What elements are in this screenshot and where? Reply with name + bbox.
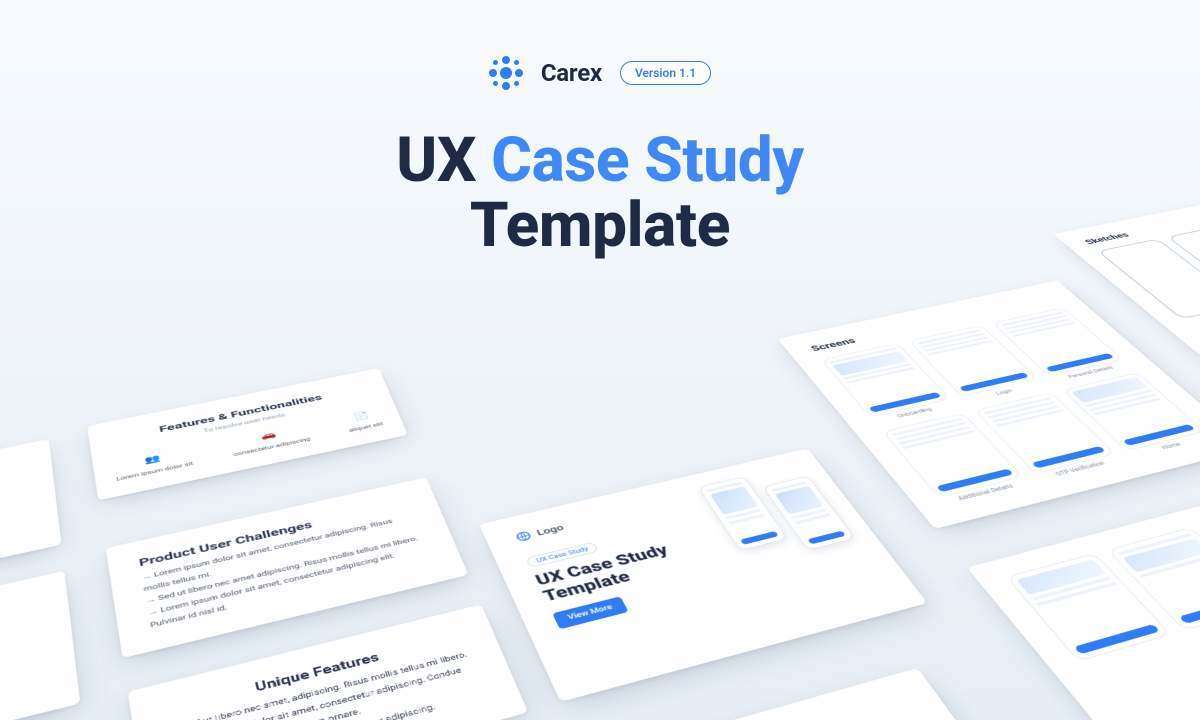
tile-title: Product User Challenges [138,497,410,569]
globe-icon [513,529,534,543]
hero-title: UX Case Study Template [0,128,1200,258]
cover-logo: Logo [513,467,800,543]
bullet: Sed ut libero nec amet, adipiscing. Risu… [168,648,473,720]
screen-label: OTP Verification [1037,456,1123,481]
cover-tag: UX Case Study [525,542,599,568]
tile-cropped-mid: Scelerisque molestie eu ornare laoreet, … [0,571,80,720]
bullet: Lorem ipsum dolor sit amet, consectetur … [147,544,433,633]
tile-challenges: Product User Challenges Lorem ipsum dolo… [106,477,469,658]
screen-thumb [974,392,1116,474]
doc-icon: 📄 [349,408,373,423]
tile-persona: User Persona Description Lorem ipsum dol… [576,668,987,720]
screen-thumb [882,413,1023,498]
screen-thumb [821,343,950,417]
screen-thumb [992,307,1123,376]
car-icon: 🚗 [256,427,280,443]
tile-screens: Screens Onboarding Login Personal Detail… [778,280,1200,529]
tile-screens-extra [967,482,1200,720]
tile-title: Screens [808,294,1057,353]
screen-thumb [908,325,1038,397]
hero-prefix: UX [396,124,476,197]
cover-logo-text: Logo [535,523,565,538]
tile-title: Features & Functionalities [116,384,363,443]
tile-cropped-text: g elit. Nunc sagittis maximus. [0,455,29,509]
tile-features: Features & Functionalities To resolve us… [87,368,408,500]
bullet: Lorem ipsum dolor sit amet, consectetur … [176,688,489,720]
feature-caption: consectetur adipiscing [233,436,311,457]
brand-name: Carex [541,59,602,87]
tile-unique: Unique Features Sed ut libero nec amet, … [128,604,529,720]
feature-caption: aliquet elit [348,421,384,433]
tile-cropped-top: g elit. Nunc sagittis maximus. [0,439,61,608]
screen-thumb [1006,553,1171,662]
screen-thumb [1063,372,1200,451]
cover-cta-button[interactable]: View More [552,596,628,629]
hero-highlight: Case Study [491,124,803,197]
cover-phone-mockups [698,463,845,551]
tile-title: Unique Features [164,629,465,718]
cover-title: UX Case Study Template [533,538,697,605]
tile-cover: Logo UX Case Study UX Case Study Templat… [479,448,927,702]
screen-label: Additional Details [941,479,1030,505]
brand-logo-icon [489,56,523,90]
feature-caption: Lorem ipsum dolor sit [116,461,194,482]
version-badge: Version 1.1 [620,61,711,85]
screen-label: Login [963,381,1045,403]
screen-label: Home [1129,434,1200,458]
screen-thumb [1107,527,1200,631]
edge-fade [0,0,1200,720]
tile-subtitle: To resolve user needs [118,396,366,451]
showcase-stage: g elit. Nunc sagittis maximus. Scelerisq… [0,240,1200,720]
bullet: Lorem ipsum dolor sit amet, consectetur … [141,512,420,597]
header: Carex Version 1.1 [0,56,1200,90]
bullet: Sed ut libero nec amet adipiscing. Risus… [145,533,424,608]
bullet: Lorem ipsum dolor sit amet, consectetur … [170,661,483,720]
group-icon: 👥 [140,451,164,468]
hero-line2: Template [0,193,1200,258]
screen-label: Onboarding [872,401,956,424]
tile-title: User Persona [618,695,913,720]
screen-label: Personal Details [1051,362,1130,383]
tile-cropped-text: Scelerisque molestie eu ornare laoreet, … [0,591,44,669]
